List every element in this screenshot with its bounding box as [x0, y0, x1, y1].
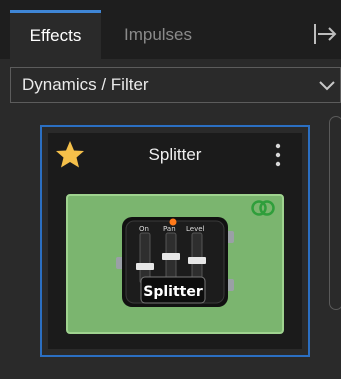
tab-bar: Effects Impulses	[0, 0, 341, 59]
tab-effects-label: Effects	[29, 26, 82, 45]
stereo-link-icon	[251, 200, 275, 216]
control-label-pan: Pan	[163, 225, 176, 233]
panel-dock-icon[interactable]	[311, 18, 341, 50]
tab-effects[interactable]: Effects	[10, 10, 101, 59]
category-dropdown[interactable]: Dynamics / Filter	[10, 67, 341, 103]
chevron-down-icon	[319, 81, 335, 91]
control-label-on: On	[139, 225, 149, 233]
star-icon[interactable]	[55, 140, 85, 169]
control-label-level: Level	[186, 225, 205, 233]
effect-card-title: Splitter	[148, 145, 202, 164]
tab-impulses[interactable]: Impulses	[102, 10, 214, 59]
pedal-name-label: Splitter	[143, 284, 203, 300]
more-vertical-icon[interactable]	[268, 141, 288, 169]
vertical-scrollbar[interactable]	[329, 116, 341, 310]
tab-impulses-label: Impulses	[123, 24, 193, 44]
category-dropdown-value: Dynamics / Filter	[22, 75, 149, 94]
